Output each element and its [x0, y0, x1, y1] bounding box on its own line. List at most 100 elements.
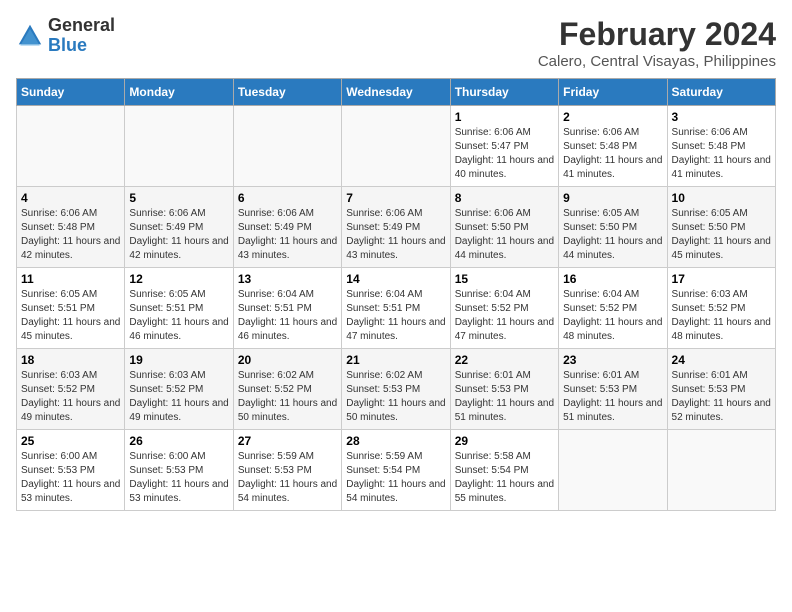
day-info: Sunrise: 6:01 AM Sunset: 5:53 PM Dayligh… [672, 369, 771, 425]
day-number: 19 [129, 353, 228, 367]
calendar-cell [17, 106, 125, 187]
day-info: Sunrise: 6:05 AM Sunset: 5:50 PM Dayligh… [563, 207, 662, 263]
day-info: Sunrise: 5:58 AM Sunset: 5:54 PM Dayligh… [455, 450, 554, 506]
calendar-body: 1 Sunrise: 6:06 AM Sunset: 5:47 PM Daylig… [17, 106, 776, 511]
day-number: 1 [455, 110, 554, 124]
day-number: 8 [455, 191, 554, 205]
calendar-cell: 5Sunrise: 6:06 AM Sunset: 5:49 PM Daylig… [125, 187, 233, 268]
day-number: 24 [672, 353, 771, 367]
calendar-table: SundayMondayTuesdayWednesdayThursdayFrid… [16, 78, 776, 511]
column-header-saturday: Saturday [667, 79, 775, 106]
calendar-cell: 15 Sunrise: 6:04 AM Sunset: 5:52 PM Dayli… [450, 268, 558, 349]
day-info: Sunrise: 6:03 AM Sunset: 5:52 PM Dayligh… [129, 369, 228, 425]
calendar-cell: 20 Sunrise: 6:02 AM Sunset: 5:52 PM Dayli… [233, 349, 341, 430]
calendar-cell: 25 Sunrise: 6:00 AM Sunset: 5:53 PM Dayli… [17, 430, 125, 511]
calendar-cell: 10 Sunrise: 6:05 AM Sunset: 5:50 PM Dayli… [667, 187, 775, 268]
day-info: Sunrise: 6:06 AM Sunset: 5:48 PM Dayligh… [21, 207, 120, 263]
day-number: 4 [21, 191, 120, 205]
calendar-cell: 21Sunrise: 6:02 AM Sunset: 5:53 PM Dayli… [342, 349, 450, 430]
day-info: Sunrise: 6:06 AM Sunset: 5:49 PM Dayligh… [129, 207, 228, 263]
calendar-cell: 9 Sunrise: 6:05 AM Sunset: 5:50 PM Daylig… [559, 187, 667, 268]
day-info: Sunrise: 6:04 AM Sunset: 5:52 PM Dayligh… [455, 288, 554, 344]
calendar-cell: 27 Sunrise: 5:59 AM Sunset: 5:53 PM Dayli… [233, 430, 341, 511]
day-info: Sunrise: 6:06 AM Sunset: 5:50 PM Dayligh… [455, 207, 554, 263]
calendar-cell: 22Sunrise: 6:01 AM Sunset: 5:53 PM Dayli… [450, 349, 558, 430]
day-number: 17 [672, 272, 771, 286]
calendar-cell: 14Sunrise: 6:04 AM Sunset: 5:51 PM Dayli… [342, 268, 450, 349]
day-info: Sunrise: 6:06 AM Sunset: 5:47 PM Dayligh… [455, 126, 554, 182]
calendar-cell [667, 430, 775, 511]
calendar-week-row: 4 Sunrise: 6:06 AM Sunset: 5:48 PM Daylig… [17, 187, 776, 268]
page-title: February 2024 [538, 16, 776, 53]
calendar-week-row: 25 Sunrise: 6:00 AM Sunset: 5:53 PM Dayli… [17, 430, 776, 511]
day-info: Sunrise: 6:00 AM Sunset: 5:53 PM Dayligh… [21, 450, 120, 506]
calendar-cell [342, 106, 450, 187]
calendar-header: SundayMondayTuesdayWednesdayThursdayFrid… [17, 79, 776, 106]
calendar-cell: 11 Sunrise: 6:05 AM Sunset: 5:51 PM Dayli… [17, 268, 125, 349]
logo: General Blue [16, 16, 115, 56]
day-info: Sunrise: 6:06 AM Sunset: 5:49 PM Dayligh… [238, 207, 337, 263]
day-number: 11 [21, 272, 120, 286]
day-info: Sunrise: 6:04 AM Sunset: 5:51 PM Dayligh… [238, 288, 337, 344]
calendar-cell: 7 Sunrise: 6:06 AM Sunset: 5:49 PM Daylig… [342, 187, 450, 268]
title-section: February 2024 Calero, Central Visayas, P… [538, 16, 776, 70]
day-number: 20 [238, 353, 337, 367]
column-header-thursday: Thursday [450, 79, 558, 106]
day-info: Sunrise: 6:06 AM Sunset: 5:48 PM Dayligh… [563, 126, 662, 182]
day-number: 27 [238, 434, 337, 448]
day-number: 29 [455, 434, 554, 448]
day-info: Sunrise: 6:05 AM Sunset: 5:50 PM Dayligh… [672, 207, 771, 263]
logo-blue-text: Blue [48, 35, 87, 55]
calendar-cell: 29 Sunrise: 5:58 AM Sunset: 5:54 PM Dayli… [450, 430, 558, 511]
column-header-wednesday: Wednesday [342, 79, 450, 106]
calendar-cell: 19 Sunrise: 6:03 AM Sunset: 5:52 PM Dayli… [125, 349, 233, 430]
calendar-cell: 12 Sunrise: 6:05 AM Sunset: 5:51 PM Dayli… [125, 268, 233, 349]
calendar-cell: 3 Sunrise: 6:06 AM Sunset: 5:48 PM Daylig… [667, 106, 775, 187]
day-number: 7 [346, 191, 445, 205]
day-info: Sunrise: 6:06 AM Sunset: 5:49 PM Dayligh… [346, 207, 445, 263]
column-header-sunday: Sunday [17, 79, 125, 106]
calendar-cell [559, 430, 667, 511]
calendar-cell: 23Sunrise: 6:01 AM Sunset: 5:53 PM Dayli… [559, 349, 667, 430]
day-info: Sunrise: 6:05 AM Sunset: 5:51 PM Dayligh… [21, 288, 120, 344]
calendar-cell: 28Sunrise: 5:59 AM Sunset: 5:54 PM Dayli… [342, 430, 450, 511]
page-header: General Blue February 2024 Calero, Centr… [16, 16, 776, 70]
day-number: 12 [129, 272, 228, 286]
day-number: 9 [563, 191, 662, 205]
calendar-cell: 4 Sunrise: 6:06 AM Sunset: 5:48 PM Daylig… [17, 187, 125, 268]
day-number: 14 [346, 272, 445, 286]
day-info: Sunrise: 6:02 AM Sunset: 5:53 PM Dayligh… [346, 369, 445, 425]
day-info: Sunrise: 6:05 AM Sunset: 5:51 PM Dayligh… [129, 288, 228, 344]
day-info: Sunrise: 6:02 AM Sunset: 5:52 PM Dayligh… [238, 369, 337, 425]
calendar-cell [233, 106, 341, 187]
calendar-cell: 1 Sunrise: 6:06 AM Sunset: 5:47 PM Daylig… [450, 106, 558, 187]
calendar-week-row: 11 Sunrise: 6:05 AM Sunset: 5:51 PM Dayli… [17, 268, 776, 349]
day-number: 6 [238, 191, 337, 205]
day-number: 2 [563, 110, 662, 124]
calendar-cell: 17Sunrise: 6:03 AM Sunset: 5:52 PM Dayli… [667, 268, 775, 349]
day-number: 18 [21, 353, 120, 367]
calendar-cell: 18 Sunrise: 6:03 AM Sunset: 5:52 PM Dayli… [17, 349, 125, 430]
day-info: Sunrise: 6:04 AM Sunset: 5:52 PM Dayligh… [563, 288, 662, 344]
day-info: Sunrise: 6:03 AM Sunset: 5:52 PM Dayligh… [21, 369, 120, 425]
logo-general-text: General [48, 15, 115, 35]
logo-text: General Blue [48, 16, 115, 56]
day-info: Sunrise: 5:59 AM Sunset: 5:53 PM Dayligh… [238, 450, 337, 506]
calendar-cell: 8 Sunrise: 6:06 AM Sunset: 5:50 PM Daylig… [450, 187, 558, 268]
logo-icon [16, 22, 44, 50]
calendar-week-row: 1 Sunrise: 6:06 AM Sunset: 5:47 PM Daylig… [17, 106, 776, 187]
day-number: 3 [672, 110, 771, 124]
calendar-cell: 16Sunrise: 6:04 AM Sunset: 5:52 PM Dayli… [559, 268, 667, 349]
day-info: Sunrise: 6:00 AM Sunset: 5:53 PM Dayligh… [129, 450, 228, 506]
day-number: 15 [455, 272, 554, 286]
day-info: Sunrise: 6:06 AM Sunset: 5:48 PM Dayligh… [672, 126, 771, 182]
column-header-tuesday: Tuesday [233, 79, 341, 106]
day-number: 25 [21, 434, 120, 448]
calendar-cell: 26 Sunrise: 6:00 AM Sunset: 5:53 PM Dayli… [125, 430, 233, 511]
day-number: 22 [455, 353, 554, 367]
calendar-cell: 13Sunrise: 6:04 AM Sunset: 5:51 PM Dayli… [233, 268, 341, 349]
day-number: 23 [563, 353, 662, 367]
day-number: 10 [672, 191, 771, 205]
day-number: 26 [129, 434, 228, 448]
calendar-cell: 6 Sunrise: 6:06 AM Sunset: 5:49 PM Daylig… [233, 187, 341, 268]
